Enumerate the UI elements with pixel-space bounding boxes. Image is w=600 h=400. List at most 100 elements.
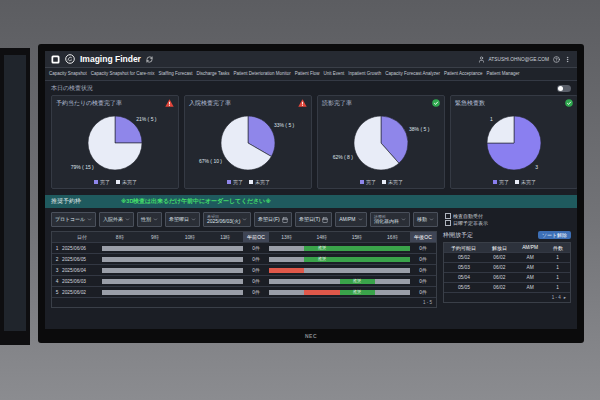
user-email[interactable]: ATSUSHI.OHNO@GE.COM xyxy=(489,57,549,62)
time-slot[interactable] xyxy=(269,287,304,297)
menu-icon[interactable] xyxy=(564,56,571,63)
slot-bar[interactable] xyxy=(173,290,208,295)
slot-bar[interactable] xyxy=(269,268,304,273)
slot-bar[interactable] xyxy=(304,290,339,295)
slot-bar[interactable] xyxy=(340,257,375,262)
slot-bar[interactable] xyxy=(102,257,137,262)
tab[interactable]: Inpatient Growth xyxy=(348,70,381,78)
slot-bar[interactable] xyxy=(375,268,410,273)
chevron-down-icon[interactable] xyxy=(87,217,92,222)
checkbox[interactable] xyxy=(445,220,451,226)
time-slot[interactable] xyxy=(375,276,410,286)
select-field[interactable]: AM/PM xyxy=(335,212,366,227)
slot-bar[interactable]: 推奨 xyxy=(340,279,375,284)
slot-bar[interactable] xyxy=(208,268,243,273)
slot-bar[interactable] xyxy=(137,290,172,295)
select-field[interactable]: プロトコール xyxy=(51,212,96,227)
slot-bar[interactable] xyxy=(340,246,375,251)
slot-bar[interactable]: 推奨 xyxy=(340,290,375,295)
slot-bar[interactable]: 推奨 xyxy=(304,246,339,251)
slot-bar[interactable] xyxy=(173,246,208,251)
time-slot[interactable] xyxy=(173,276,208,286)
slot-bar[interactable] xyxy=(304,268,339,273)
time-slot[interactable] xyxy=(340,243,375,253)
slot-bar[interactable] xyxy=(137,279,172,284)
slot-bar[interactable] xyxy=(269,246,304,251)
calendar-icon[interactable] xyxy=(282,217,288,223)
time-slot[interactable] xyxy=(375,243,410,253)
select-field[interactable]: 性別 xyxy=(137,212,162,227)
checkbox-row[interactable]: 検査自動受付 xyxy=(445,213,488,219)
time-slot[interactable] xyxy=(102,265,137,275)
slot-bar[interactable] xyxy=(375,279,410,284)
calendar-icon[interactable] xyxy=(322,217,328,223)
table-row[interactable]: 22025/06/050件推奨0件 xyxy=(52,254,436,265)
time-slot[interactable] xyxy=(102,287,137,297)
time-slot[interactable] xyxy=(269,265,304,275)
slot-bar[interactable] xyxy=(102,290,137,295)
chevron-down-icon[interactable] xyxy=(125,217,130,222)
date-field[interactable]: 希望日(T) xyxy=(295,212,332,227)
chevron-down-icon[interactable] xyxy=(429,217,434,222)
slot-bar[interactable] xyxy=(173,268,208,273)
slot-bar[interactable]: 推奨 xyxy=(304,257,339,262)
time-slot[interactable]: 推奨 xyxy=(340,276,375,286)
refresh-icon[interactable] xyxy=(146,56,153,63)
checkbox-row[interactable]: 日曜予定非表示 xyxy=(445,220,488,226)
slot-bar[interactable] xyxy=(137,257,172,262)
select-field[interactable]: 移動 xyxy=(413,212,438,227)
select-field[interactable]: 希望日2025/06/03(火) xyxy=(203,212,251,227)
time-slot[interactable] xyxy=(173,287,208,297)
time-slot[interactable] xyxy=(304,276,339,286)
slot-bar[interactable] xyxy=(102,279,137,284)
slot-bar[interactable] xyxy=(269,257,304,262)
time-slot[interactable] xyxy=(304,287,339,297)
time-slot[interactable] xyxy=(137,276,172,286)
time-slot[interactable] xyxy=(269,254,304,264)
user-icon[interactable] xyxy=(478,56,485,63)
time-slot[interactable] xyxy=(137,265,172,275)
table-row[interactable]: 32025/06/040件0件 xyxy=(52,265,436,276)
slot-bar[interactable] xyxy=(102,268,137,273)
time-slot[interactable] xyxy=(137,243,172,253)
time-slot[interactable] xyxy=(304,265,339,275)
checkbox[interactable] xyxy=(445,213,451,219)
time-slot[interactable]: 推奨 xyxy=(304,254,339,264)
chevron-down-icon[interactable] xyxy=(191,217,196,222)
slot-bar[interactable] xyxy=(102,246,137,251)
tab[interactable]: Patient Flow xyxy=(295,70,320,78)
slot-bar[interactable] xyxy=(375,246,410,251)
slot-bar[interactable] xyxy=(269,279,304,284)
slot-bar[interactable] xyxy=(137,268,172,273)
time-slot[interactable] xyxy=(137,254,172,264)
table-row[interactable]: 05/0206/02AM1 xyxy=(444,253,570,263)
time-slot[interactable] xyxy=(208,243,243,253)
time-slot[interactable] xyxy=(375,287,410,297)
select-field[interactable]: 希望曜日 xyxy=(165,212,200,227)
time-slot[interactable] xyxy=(208,254,243,264)
time-slot[interactable] xyxy=(269,243,304,253)
slot-bar[interactable] xyxy=(208,290,243,295)
table-row[interactable]: 52025/06/020件推奨0件 xyxy=(52,287,436,298)
toggle[interactable] xyxy=(557,85,571,92)
slot-bar[interactable] xyxy=(208,246,243,251)
select-field[interactable]: 入院外来 xyxy=(99,212,134,227)
slot-bar[interactable] xyxy=(208,257,243,262)
tab[interactable]: Patient Acceptance xyxy=(444,70,483,78)
time-slot[interactable] xyxy=(173,243,208,253)
slot-bar[interactable] xyxy=(304,279,339,284)
tab[interactable]: Staffing Forecast xyxy=(159,70,193,78)
slot-bar[interactable] xyxy=(340,268,375,273)
slot-bar[interactable] xyxy=(137,246,172,251)
slot-bar[interactable] xyxy=(375,290,410,295)
chevron-down-icon[interactable] xyxy=(242,217,247,222)
time-slot[interactable] xyxy=(340,265,375,275)
table-row[interactable]: 05/0506/02AM1 xyxy=(444,283,570,293)
slot-bar[interactable] xyxy=(208,279,243,284)
time-slot[interactable]: 推奨 xyxy=(340,287,375,297)
table-row[interactable]: 05/0306/02AM1 xyxy=(444,263,570,273)
slot-bar[interactable] xyxy=(173,279,208,284)
chevron-down-icon[interactable] xyxy=(401,217,406,222)
help-icon[interactable] xyxy=(553,56,560,63)
sort-reset-button[interactable]: ソート解除 xyxy=(538,231,571,239)
